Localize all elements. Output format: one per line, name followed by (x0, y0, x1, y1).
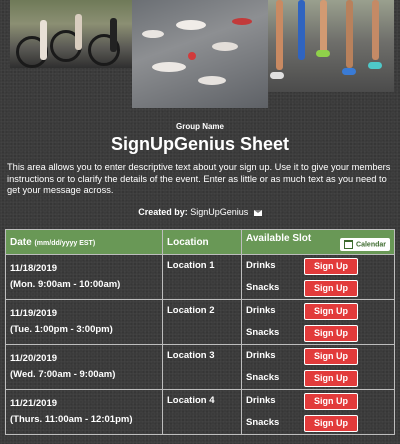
location-cell: Location 3 (162, 344, 242, 390)
calendar-button[interactable]: Calendar (340, 238, 390, 251)
slot-label: Snacks (246, 417, 280, 428)
slot-label: Snacks (246, 372, 280, 383)
slot-cell: Drinks Sign Up Snacks Sign Up (241, 299, 395, 345)
header-photos (0, 0, 400, 108)
sheet-description: This area allows you to enter descriptiv… (7, 162, 391, 195)
signup-button[interactable]: Sign Up (304, 370, 358, 387)
signup-button[interactable]: Sign Up (304, 258, 358, 275)
slot-cell: Drinks Sign Up Snacks Sign Up (241, 389, 395, 435)
signup-button[interactable]: Sign Up (304, 325, 358, 342)
signup-button[interactable]: Sign Up (304, 393, 358, 410)
signup-button[interactable]: Sign Up (304, 415, 358, 432)
slot-row: Drinks Sign Up (242, 390, 394, 412)
time-value: (Thurs. 11:00am - 12:01pm) (10, 414, 133, 425)
header-date: Date (mm/dd/yyyy EST) (5, 229, 163, 255)
slot-label: Drinks (246, 350, 276, 361)
date-cell: 11/19/2019 (Tue. 1:00pm - 3:00pm) (5, 299, 163, 345)
created-by-name: SignUpGenius (190, 207, 249, 217)
slot-row: Drinks Sign Up (242, 300, 394, 322)
header-date-format: (mm/dd/yyyy EST) (34, 239, 96, 247)
location-cell: Location 2 (162, 299, 242, 345)
slot-row: Snacks Sign Up (242, 322, 394, 344)
header-date-label: Date (10, 236, 32, 248)
table-header-row: Date (mm/dd/yyyy EST) Location Available… (5, 229, 395, 255)
slot-row: Snacks Sign Up (242, 277, 394, 299)
swimmers-photo (132, 0, 268, 108)
slot-label: Drinks (246, 305, 276, 316)
date-value: 11/21/2019 (10, 398, 58, 409)
created-by-label: Created by: (138, 207, 188, 217)
header-location: Location (162, 229, 242, 255)
slot-cell: Drinks Sign Up Snacks Sign Up (241, 254, 395, 300)
time-value: (Wed. 7:00am - 9:00am) (10, 369, 116, 380)
table-row: 11/20/2019 (Wed. 7:00am - 9:00am) Locati… (5, 344, 395, 390)
table-row: 11/19/2019 (Tue. 1:00pm - 3:00pm) Locati… (5, 299, 395, 345)
signup-button[interactable]: Sign Up (304, 280, 358, 297)
calendar-icon (344, 240, 354, 249)
runners-photo (268, 0, 394, 92)
location-cell: Location 1 (162, 254, 242, 300)
date-value: 11/20/2019 (10, 353, 58, 364)
header-available-slot: Available Slot Calendar (241, 229, 395, 255)
date-value: 11/18/2019 (10, 263, 58, 274)
header-slot-label: Available Slot (246, 233, 312, 244)
created-by: Created by: SignUpGenius (0, 207, 400, 217)
slot-label: Drinks (246, 395, 276, 406)
cyclists-photo (10, 0, 132, 68)
slot-label: Drinks (246, 260, 276, 271)
calendar-button-label: Calendar (356, 241, 386, 249)
page-title: SignUpGenius Sheet (110, 134, 290, 154)
slot-row: Snacks Sign Up (242, 367, 394, 389)
table-row: 11/21/2019 (Thurs. 11:00am - 12:01pm) Lo… (5, 389, 395, 435)
group-name: Group Name (175, 122, 224, 131)
slot-row: Drinks Sign Up (242, 255, 394, 277)
date-cell: 11/21/2019 (Thurs. 11:00am - 12:01pm) (5, 389, 163, 435)
signup-button[interactable]: Sign Up (304, 348, 358, 365)
slot-cell: Drinks Sign Up Snacks Sign Up (241, 344, 395, 390)
location-cell: Location 4 (162, 389, 242, 435)
signup-button[interactable]: Sign Up (304, 303, 358, 320)
slot-row: Drinks Sign Up (242, 345, 394, 367)
slot-label: Snacks (246, 282, 280, 293)
envelope-icon[interactable] (253, 209, 262, 216)
table-row: 11/18/2019 (Mon. 9:00am - 10:00am) Locat… (5, 254, 395, 300)
slot-label: Snacks (246, 327, 280, 338)
time-value: (Mon. 9:00am - 10:00am) (10, 279, 121, 290)
signup-table: Date (mm/dd/yyyy EST) Location Available… (5, 229, 395, 435)
slot-row: Snacks Sign Up (242, 412, 394, 434)
date-cell: 11/20/2019 (Wed. 7:00am - 9:00am) (5, 344, 163, 390)
date-cell: 11/18/2019 (Mon. 9:00am - 10:00am) (5, 254, 163, 300)
time-value: (Tue. 1:00pm - 3:00pm) (10, 324, 113, 335)
date-value: 11/19/2019 (10, 308, 58, 319)
